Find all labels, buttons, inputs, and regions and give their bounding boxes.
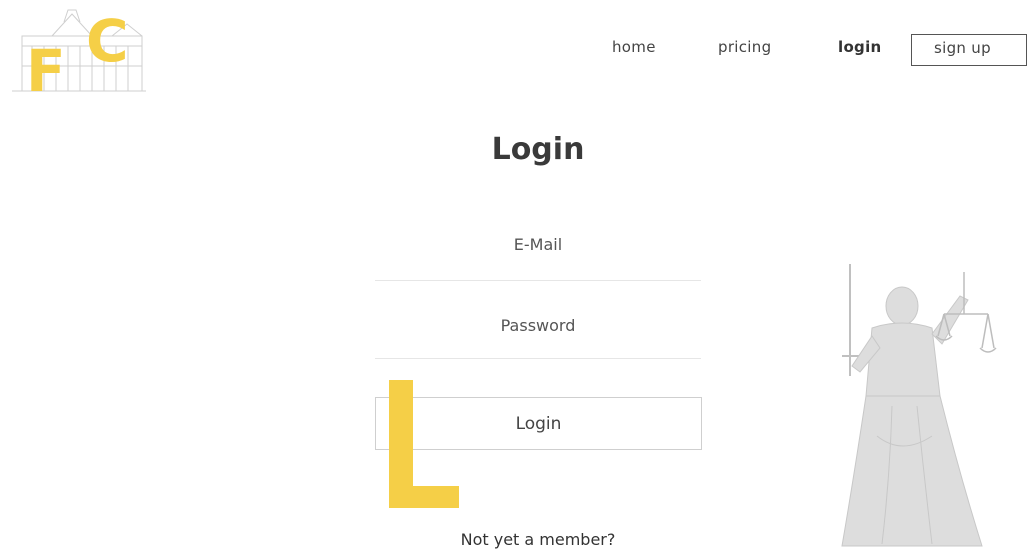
sign-up-button[interactable]: sign up	[911, 34, 1027, 66]
password-field[interactable]	[375, 292, 701, 359]
top-navigation: home pricing login sign up	[600, 34, 1028, 66]
login-page: F C home pricing login sign up Login Log…	[0, 0, 1028, 554]
justice-statue-icon	[841, 264, 997, 547]
page-title: Login	[491, 132, 585, 167]
nav-home-link[interactable]: home	[612, 38, 656, 56]
logo-letter-c: C	[86, 7, 129, 75]
email-field[interactable]	[375, 208, 701, 281]
nav-pricing-link[interactable]: pricing	[718, 38, 771, 56]
decorative-letter-l-icon	[389, 380, 459, 508]
logo-letter-f: F	[26, 37, 66, 105]
logo[interactable]: F C	[12, 6, 146, 100]
nav-login-link[interactable]: login	[838, 38, 882, 56]
